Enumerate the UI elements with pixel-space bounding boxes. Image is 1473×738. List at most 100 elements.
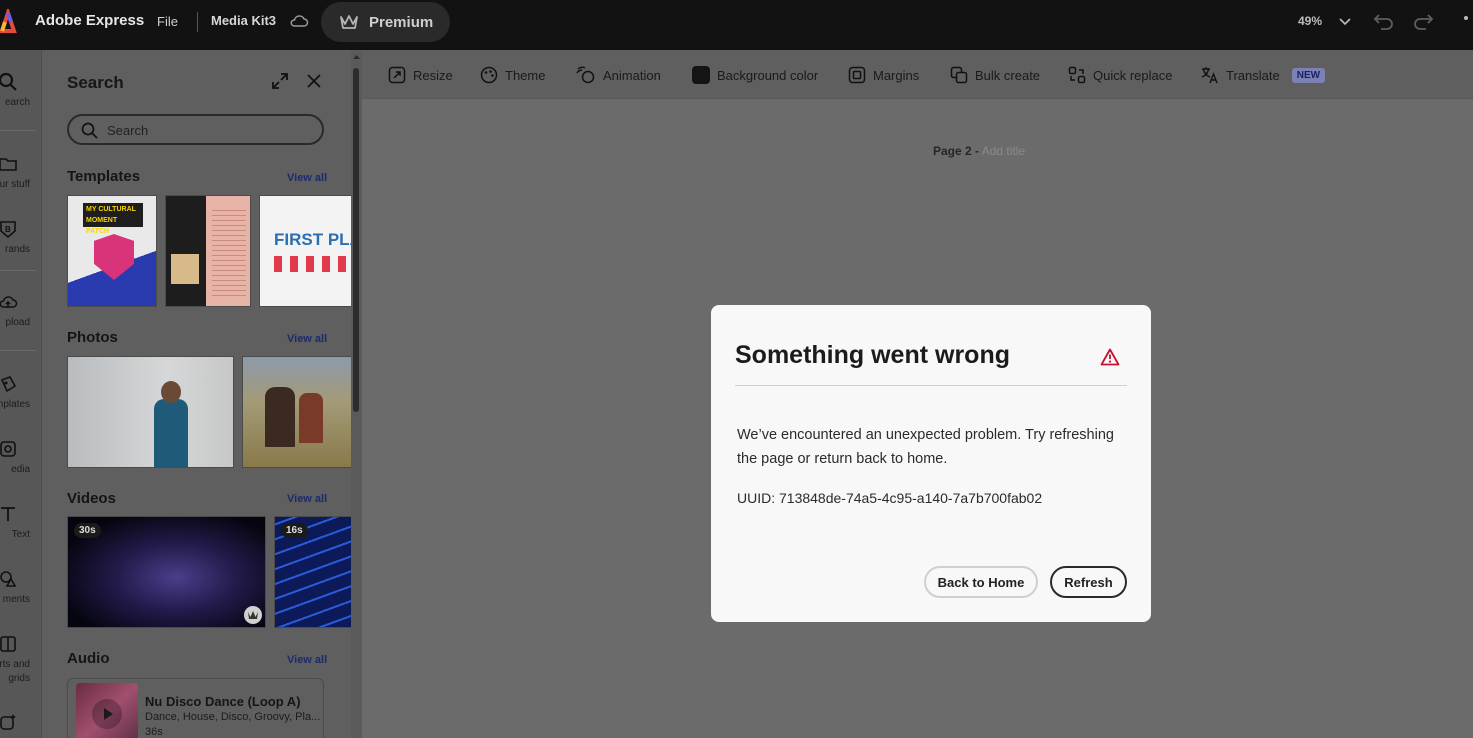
cloud-icon[interactable]: [289, 13, 309, 29]
duration-badge: 16s: [281, 523, 308, 538]
track-duration: 36s: [145, 726, 163, 738]
scroll-up-arrow-icon[interactable]: [352, 53, 361, 61]
alert-icon: [1100, 348, 1120, 366]
page-number: Page 2 -: [933, 144, 980, 158]
panel-title: Search: [67, 73, 124, 92]
new-badge: NEW: [1291, 67, 1326, 83]
dialog-message: We’ve encountered an unexpected problem.…: [737, 427, 1114, 467]
rail-label: edia: [11, 464, 30, 475]
photos-heading: Photos: [67, 329, 118, 346]
margins-button[interactable]: Margins: [848, 66, 919, 84]
add-title-link[interactable]: Add title: [982, 144, 1025, 158]
error-dialog: Something went wrong We’ve encountered a…: [711, 305, 1151, 622]
animation-button[interactable]: Animation: [576, 66, 661, 84]
upload-cloud-icon: [0, 296, 18, 308]
add-ons-icon: [0, 714, 16, 730]
translate-label: Translate: [1226, 67, 1280, 83]
grid-icon: [0, 636, 16, 652]
undo-icon[interactable]: [1373, 11, 1395, 31]
document-name[interactable]: Media Kit3: [211, 13, 276, 28]
contextual-toolbar: Resize Theme Animation Background color …: [362, 50, 1473, 99]
resize-icon: [388, 66, 406, 84]
theme-button[interactable]: Theme: [480, 66, 545, 84]
quick-replace-button[interactable]: Quick replace: [1068, 66, 1172, 84]
bulk-create-button[interactable]: Bulk create: [950, 66, 1040, 84]
refresh-button[interactable]: Refresh: [1050, 566, 1127, 598]
background-color-button[interactable]: Background color: [692, 66, 818, 84]
zoom-level[interactable]: 49%: [1298, 14, 1322, 28]
shapes-icon: [0, 571, 17, 587]
theme-label: Theme: [505, 67, 546, 83]
animation-icon: [576, 66, 595, 84]
divider: [197, 12, 198, 32]
crown-icon: [244, 606, 262, 624]
templates-heading: Templates: [67, 168, 141, 185]
margins-label: Margins: [873, 67, 920, 83]
bulk-create-icon: [950, 66, 968, 84]
crown-icon: [340, 15, 358, 29]
rail-label: rands: [4, 244, 30, 255]
top-bar: Adobe Express File Media Kit3 Premium 49…: [0, 0, 1473, 50]
palette-icon: [480, 66, 498, 84]
divider: [735, 385, 1127, 386]
bulk-create-label: Bulk create: [975, 67, 1041, 83]
chevron-down-icon[interactable]: [1338, 14, 1352, 28]
rail-label: ments: [2, 594, 30, 605]
app-title[interactable]: Adobe Express: [35, 12, 144, 29]
brand-icon: B: [0, 221, 16, 239]
more-icon[interactable]: [1458, 14, 1468, 34]
page-title-label[interactable]: Page 2 - Add title: [933, 144, 1025, 158]
template-thumbnail[interactable]: FIRST PLACE PO: [259, 195, 354, 307]
rail-label: earch: [4, 97, 30, 108]
left-rail: earch ur stuff B rands pload mplates edi…: [0, 50, 42, 738]
error-uuid: UUID: 713848de-74a5-4c95-a140-7a7b700fab…: [737, 490, 1043, 506]
folder-icon: [0, 158, 17, 171]
resize-button[interactable]: Resize: [388, 66, 453, 84]
template-text: FIRST PLACE PO: [274, 230, 353, 249]
audio-track-card[interactable]: Nu Disco Dance (Loop A) Dance, House, Di…: [67, 678, 324, 738]
panel-scrollbar[interactable]: [351, 50, 362, 738]
premium-button[interactable]: Premium: [321, 2, 450, 42]
animation-label: Animation: [603, 67, 661, 83]
videos-view-all-link[interactable]: View all: [287, 493, 327, 505]
photo-thumbnail[interactable]: [67, 356, 234, 468]
file-menu[interactable]: File: [157, 14, 178, 29]
play-button[interactable]: [92, 699, 122, 729]
search-panel: Search Templates View all MY CULTURAL MO…: [42, 50, 362, 738]
text-icon: [1, 507, 15, 521]
templates-view-all-link[interactable]: View all: [287, 172, 327, 184]
audio-heading: Audio: [67, 650, 110, 667]
template-text: MOMENT PATCH: [86, 217, 118, 235]
videos-heading: Videos: [67, 490, 116, 507]
search-field[interactable]: [67, 114, 324, 145]
search-icon: [81, 122, 98, 139]
search-input[interactable]: [107, 121, 307, 139]
template-thumbnail[interactable]: MY CULTURAL MOMENT PATCH: [67, 195, 157, 307]
play-icon: [104, 708, 113, 720]
redo-icon[interactable]: [1412, 11, 1434, 31]
expand-icon[interactable]: [271, 72, 289, 90]
audio-view-all-link[interactable]: View all: [287, 654, 327, 666]
scroll-thumb[interactable]: [353, 68, 359, 412]
search-icon: [0, 72, 17, 91]
translate-button[interactable]: Translate NEW: [1201, 66, 1326, 84]
quick-replace-label: Quick replace: [1093, 67, 1173, 83]
rail-label: rts and grids: [0, 659, 30, 684]
photo-thumbnail[interactable]: [242, 356, 354, 468]
adobe-express-logo[interactable]: [0, 9, 20, 33]
background-color-label: Background color: [717, 67, 819, 83]
back-to-home-button[interactable]: Back to Home: [924, 566, 1038, 598]
divider: [0, 270, 36, 271]
templates-icon: [0, 376, 17, 393]
video-thumbnail[interactable]: 16s: [274, 516, 354, 628]
photos-view-all-link[interactable]: View all: [287, 333, 327, 345]
album-art: [76, 683, 138, 738]
rail-label: mplates: [0, 399, 30, 410]
premium-label: Premium: [369, 13, 434, 31]
media-icon: [0, 441, 16, 457]
track-title: Nu Disco Dance (Loop A): [145, 694, 301, 709]
video-thumbnail[interactable]: 30s: [67, 516, 266, 628]
translate-icon: [1201, 67, 1218, 84]
close-icon[interactable]: [306, 73, 322, 89]
template-thumbnail[interactable]: [165, 195, 251, 307]
